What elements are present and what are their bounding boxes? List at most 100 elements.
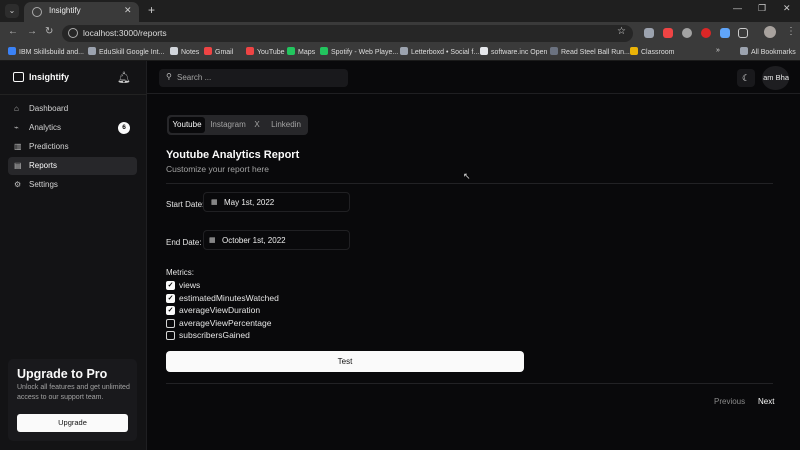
bookmark-favicon-icon (400, 47, 408, 55)
platform-tabs: Youtube Instagram X Linkedin (167, 115, 308, 135)
bookmark-item[interactable]: software.inc Open (480, 47, 547, 56)
page-subtitle: Customize your report here (166, 164, 269, 174)
sidebar-item-settings[interactable]: ⚙ Settings (8, 176, 137, 194)
checkbox-checked[interactable]: ✓ (166, 294, 175, 303)
sidebar-item-reports[interactable]: ▤ Reports (8, 157, 137, 175)
bookmark-label: Letterboxd • Social f... (411, 49, 480, 56)
extension-icon[interactable] (682, 28, 692, 38)
new-tab-button[interactable]: + (148, 3, 155, 17)
avatar-text: am Bha (763, 73, 789, 82)
minimize-button[interactable]: — (733, 3, 742, 13)
bookmark-label: software.inc Open (491, 49, 548, 56)
upgrade-button[interactable]: Upgrade (17, 414, 128, 432)
bookmarks-bar: All Bookmarks » IBM Skillsbuild and... Ed… (0, 44, 800, 61)
bookmark-favicon-icon (204, 47, 212, 55)
bookmark-item[interactable]: Notes (170, 47, 199, 56)
restore-button[interactable]: ❐ (758, 3, 766, 14)
globe-icon (32, 7, 42, 17)
top-header: ⚲ Search ... ☾ am Bha (147, 61, 800, 94)
main-content: Youtube Instagram X Linkedin Youtube Ana… (147, 94, 800, 450)
browser-toolbar: ← → ↻ localhost:3000/reports ☆ ⋮ (0, 22, 800, 44)
all-bookmarks[interactable]: All Bookmarks (740, 47, 796, 56)
extension-icon[interactable] (701, 28, 711, 38)
bookmark-item[interactable]: Spotify - Web Playe... (320, 47, 398, 56)
bookmark-item[interactable]: Read Steel Ball Run... (550, 47, 630, 56)
moon-icon: ☾ (741, 73, 751, 83)
bookmark-item[interactable]: Gmail (204, 47, 233, 56)
bar-chart-icon: ▥ (14, 142, 22, 151)
bookmark-item[interactable]: EduSkill Google Int... (88, 47, 164, 56)
previous-button[interactable]: Previous (714, 397, 745, 406)
site-info-icon[interactable] (68, 28, 78, 38)
bookmark-label: EduSkill Google Int... (99, 49, 165, 56)
tab-youtube[interactable]: Youtube (169, 117, 205, 133)
bookmark-label: Read Steel Ball Run... (561, 49, 630, 56)
clipboard-icon: ▤ (14, 161, 22, 170)
tab-x[interactable]: X (251, 117, 263, 133)
avatar[interactable]: am Bha (762, 66, 789, 90)
bookmark-item[interactable]: Letterboxd • Social f... (400, 47, 479, 56)
bookmark-label: Notes (181, 49, 200, 56)
close-window-button[interactable]: ✕ (783, 3, 791, 14)
chart-icon: ⌁ (14, 123, 19, 132)
brand-name: Insightify (29, 72, 69, 82)
address-bar[interactable]: localhost:3000/reports ☆ (62, 25, 633, 42)
profile-avatar[interactable] (764, 26, 776, 38)
bookmark-star-icon[interactable]: ☆ (617, 26, 626, 37)
bookmark-label: Maps (298, 49, 316, 56)
bookmark-favicon-icon (550, 47, 558, 55)
upgrade-card: Upgrade to Pro Unlock all features and g… (8, 359, 137, 441)
sidebar-item-dashboard[interactable]: ⌂ Dashboard (8, 100, 137, 118)
metrics-label: Metrics: (166, 268, 194, 277)
metric-label: estimatedMinutesWatched (179, 293, 279, 303)
browser-tab[interactable]: Insightify ✕ (24, 2, 139, 22)
end-date-label: End Date: (166, 238, 202, 247)
url-text: localhost:3000/reports (83, 28, 167, 38)
start-date-picker[interactable]: ▦ May 1st, 2022 (203, 192, 350, 212)
bell-icon[interactable]: 🔔︎ (117, 71, 131, 84)
back-button[interactable]: ← (8, 26, 18, 37)
search-input[interactable]: ⚲ Search ... (159, 69, 348, 87)
bookmark-item[interactable]: IBM Skillsbuild and... (8, 47, 84, 56)
bookmark-item[interactable]: YouTube (246, 47, 285, 56)
upgrade-description: Unlock all features and get unlimited ac… (17, 384, 130, 401)
next-button[interactable]: Next (758, 397, 774, 406)
tab-search-button[interactable]: ⌄ (5, 4, 19, 18)
extensions-puzzle-icon[interactable] (738, 28, 748, 38)
close-tab-icon[interactable]: ✕ (124, 5, 132, 16)
tab-linkedin[interactable]: Linkedin (268, 117, 304, 133)
extension-icon[interactable] (644, 28, 654, 38)
theme-toggle-button[interactable]: ☾ (737, 69, 755, 87)
test-button[interactable]: Test (166, 351, 524, 372)
reload-button[interactable]: ↻ (45, 26, 53, 37)
bookmark-favicon-icon (8, 47, 16, 55)
extension-icon[interactable] (720, 28, 730, 38)
end-date-picker[interactable]: ▦ October 1st, 2022 (203, 230, 350, 250)
tab-instagram[interactable]: Instagram (208, 117, 248, 133)
extension-icon[interactable] (663, 28, 673, 38)
mouse-cursor-icon: ↖ (463, 171, 471, 181)
bookmark-favicon-icon (480, 47, 488, 55)
tab-title: Insightify (49, 6, 81, 15)
checkbox-checked[interactable]: ✓ (166, 281, 175, 290)
bookmark-label: Classroom (641, 49, 675, 56)
sidebar-item-label: Dashboard (29, 104, 69, 113)
bookmark-item[interactable]: Classroom (630, 47, 674, 56)
sidebar-item-analytics[interactable]: ⌁ Analytics 6 (8, 119, 137, 137)
bookmark-favicon-icon (246, 47, 254, 55)
folder-icon (740, 47, 748, 55)
calendar-icon: ▦ (211, 199, 218, 206)
forward-button[interactable]: → (27, 26, 37, 37)
sidebar-item-predictions[interactable]: ▥ Predictions (8, 138, 137, 156)
store-icon (13, 72, 24, 82)
checkbox-checked[interactable]: ✓ (166, 306, 175, 315)
bookmark-item[interactable]: Maps (287, 47, 315, 56)
checkbox-unchecked[interactable] (166, 319, 175, 328)
browser-menu-icon[interactable]: ⋮ (786, 26, 796, 37)
more-bookmarks-icon[interactable]: » (716, 47, 720, 54)
bookmark-favicon-icon (170, 47, 178, 55)
divider (166, 383, 773, 384)
brand[interactable]: Insightify (13, 72, 69, 82)
bookmark-favicon-icon (287, 47, 295, 55)
checkbox-unchecked[interactable] (166, 331, 175, 340)
